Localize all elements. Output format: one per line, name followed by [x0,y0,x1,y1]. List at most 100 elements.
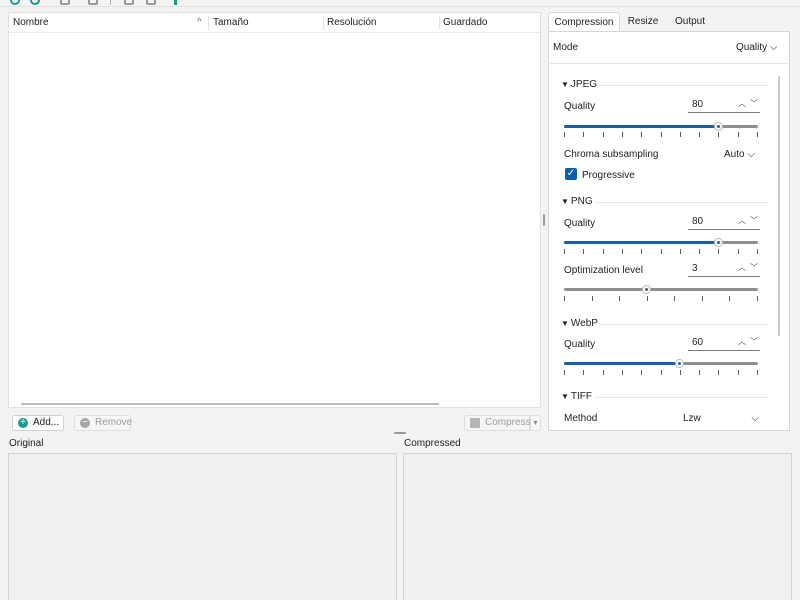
toolbar [0,0,800,7]
slider-tick [718,249,719,254]
slider-fill [564,125,719,128]
file-table[interactable]: Nombre ^ Tamaño Resolución Guardado [8,12,541,408]
png-quality-spinbox[interactable]: 80 ︿ ﹀ [688,216,760,230]
png-quality-label: Quality [564,218,596,229]
webp-section-header[interactable]: ▼ WebP [561,318,598,329]
slider-tick [702,296,703,301]
tab-output[interactable]: Output [666,12,714,32]
png-quality-slider[interactable] [564,236,758,250]
optimization-level-spinbox[interactable]: 3 ︿ ﹀ [688,263,760,277]
slider-tick [680,132,681,137]
original-preview-label: Original [9,438,44,449]
vertical-splitter-handle[interactable] [543,214,545,226]
spin-up-icon[interactable]: ︿ [738,262,746,273]
spin-up-icon[interactable]: ︿ [738,215,746,226]
slider-tick [661,132,662,137]
slider-thumb[interactable] [675,359,684,368]
webp-quality-value: 60 [692,337,704,348]
clock-icon[interactable] [60,0,70,5]
mode-dropdown[interactable]: Quality ⌵ [736,42,778,53]
spin-down-icon[interactable]: ﹀ [750,262,758,273]
tiff-method-dropdown[interactable]: Lzw ⌵ [683,413,759,424]
webp-section-title: WebP [570,318,598,329]
spin-up-icon[interactable]: ︿ [738,336,746,347]
slider-ticks [564,370,758,375]
compress-button-label: Compress [485,417,531,428]
add-button[interactable]: + Add... [12,415,64,431]
progressive-label: Progressive [582,170,635,181]
slider-tick [699,132,700,137]
remove-button-label: Remove [95,417,133,428]
compress-icon[interactable] [174,0,177,5]
slider-tick [641,370,642,375]
section-line [594,397,768,398]
settings-vertical-scrollbar[interactable] [778,76,780,336]
slider-fill [564,362,680,365]
jpeg-section-header[interactable]: ▼ JPEG [561,79,597,90]
collapse-caret-icon: ▼ [561,80,569,89]
chevron-down-icon: ⌵ [769,42,778,53]
remove-icon: − [80,418,90,428]
horizontal-splitter-handle[interactable] [394,432,406,434]
column-header-name[interactable]: Nombre [9,13,209,33]
slider-thumb[interactable] [714,122,723,131]
webp-quality-slider[interactable] [564,357,758,371]
chroma-subsampling-dropdown[interactable]: Auto ⌵ [724,149,755,160]
slider-tick [757,132,758,137]
png-section-header[interactable]: ▼ PNG [561,196,593,207]
column-header-size[interactable]: Tamaño [209,13,323,33]
tab-compression[interactable]: Compression [548,12,620,32]
tiff-section-title: TIFF [570,391,593,402]
slider-track [564,288,758,291]
spin-down-icon[interactable]: ﹀ [750,215,758,226]
progressive-checkbox[interactable]: ✓ [565,168,577,180]
settings-icon[interactable] [124,0,134,5]
webp-quality-spinbox[interactable]: 60 ︿ ﹀ [688,337,760,351]
slider-tick [641,132,642,137]
compress-icon [470,418,480,428]
original-preview[interactable] [8,453,397,600]
column-header-saved[interactable]: Guardado [439,13,539,33]
tiff-method-value: Lzw [683,413,701,424]
info-icon[interactable] [146,0,156,5]
sort-ascending-icon: ^ [197,17,202,28]
png-quality-value: 80 [692,216,704,227]
slider-tick [603,249,604,254]
slider-tick [699,370,700,375]
compress-button[interactable]: Compress [464,415,531,431]
folder-icon[interactable] [88,0,98,5]
slider-tick [661,249,662,254]
slider-tick [757,249,758,254]
spin-down-icon[interactable]: ﹀ [750,336,758,347]
refresh-icon[interactable] [10,0,20,5]
mode-label: Mode [553,42,579,53]
collapse-caret-icon: ▼ [561,319,569,328]
slider-ticks [564,296,758,301]
slider-tick [622,132,623,137]
tab-resize[interactable]: Resize [622,12,664,32]
collapse-caret-icon: ▼ [561,392,569,401]
column-header-resolution[interactable]: Resolución [323,13,439,33]
horizontal-scrollbar[interactable] [21,403,439,405]
slider-thumb[interactable] [642,285,651,294]
spin-up-icon[interactable]: ︿ [738,98,746,109]
mode-dropdown-value: Quality [736,42,768,53]
slider-tick [592,296,593,301]
slider-tick [738,249,739,254]
collapse-caret-icon: ▼ [561,197,569,206]
slider-tick [619,296,620,301]
compress-dropdown-arrow[interactable]: ▾ [530,415,541,431]
slider-thumb[interactable] [714,238,723,247]
jpeg-quality-label: Quality [564,101,596,112]
remove-button[interactable]: − Remove [74,415,133,431]
divider [550,63,788,64]
tiff-section-header[interactable]: ▼ TIFF [561,391,592,402]
optimization-level-slider[interactable] [564,283,758,297]
jpeg-quality-spinbox[interactable]: 80 ︿ ﹀ [688,99,760,113]
spin-down-icon[interactable]: ﹀ [750,98,758,109]
compressed-preview[interactable] [403,453,792,600]
table-header: Nombre ^ Tamaño Resolución Guardado [9,13,540,33]
chroma-subsampling-value: Auto [724,149,745,160]
slider-ticks [564,132,758,137]
add-files-icon[interactable] [30,0,40,5]
